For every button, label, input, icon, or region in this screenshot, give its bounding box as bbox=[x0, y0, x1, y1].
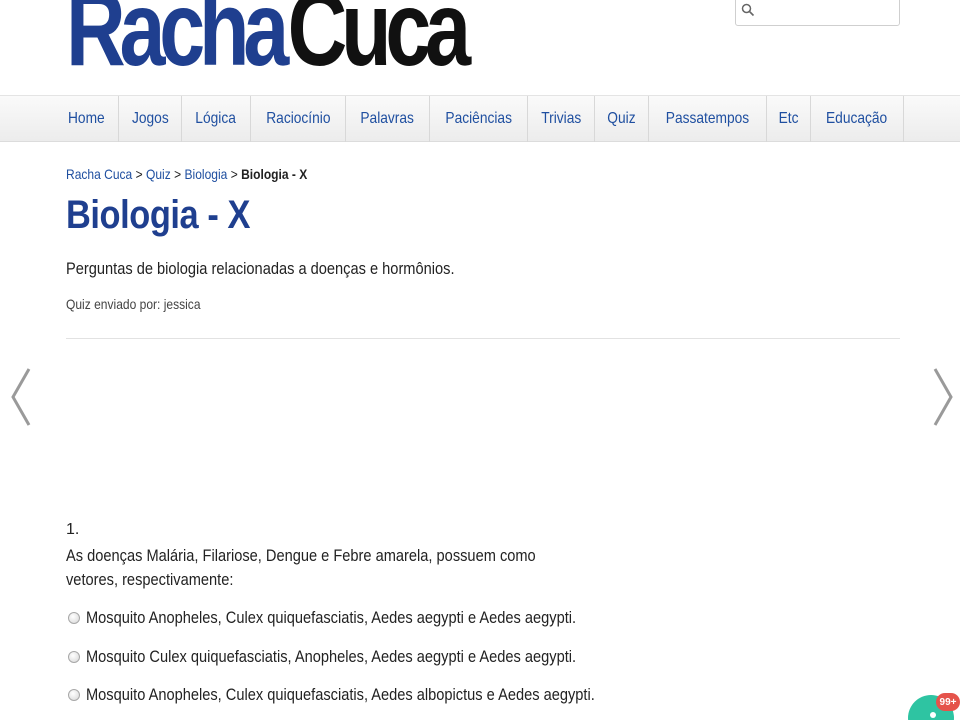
search-icon[interactable] bbox=[741, 0, 755, 20]
radio-button[interactable] bbox=[68, 612, 80, 624]
breadcrumb-separator: > bbox=[230, 166, 238, 182]
logo-text-cuca: Cuca bbox=[287, 0, 471, 88]
answer-option[interactable]: Mosquito Culex quiquefasciatis, Anophele… bbox=[68, 647, 656, 667]
logo-text-racha: Racha bbox=[66, 0, 289, 88]
breadcrumb-current: Biologia - X bbox=[241, 166, 308, 182]
breadcrumb: Racha Cuca > Quiz > Biologia > Biologia … bbox=[66, 166, 307, 182]
site-logo[interactable]: Racha Cuca bbox=[66, 0, 471, 88]
nav-item-etc[interactable]: Etc bbox=[767, 96, 812, 142]
chevron-right-icon[interactable] bbox=[930, 366, 956, 428]
search-input[interactable] bbox=[755, 0, 931, 23]
nav-item-home[interactable]: Home bbox=[55, 96, 119, 142]
chevron-left-icon[interactable] bbox=[8, 366, 34, 428]
quiz-description: Perguntas de biologia relacionadas a doe… bbox=[66, 259, 455, 278]
radio-button[interactable] bbox=[68, 689, 80, 701]
main-nav: Home Jogos Lógica Raciocínio Palavras Pa… bbox=[0, 95, 960, 142]
question-number: 1. bbox=[66, 521, 80, 538]
floating-chat-button[interactable]: 99+ bbox=[908, 693, 960, 720]
nav-item-trivias[interactable]: Trivias bbox=[528, 96, 596, 142]
answer-option[interactable]: Mosquito Anopheles, Culex quiquefasciati… bbox=[68, 608, 656, 628]
search-box[interactable] bbox=[735, 0, 931, 26]
answer-option[interactable]: Mosquito Anopheles, Culex quiquefasciati… bbox=[68, 685, 678, 705]
nav-item-palavras[interactable]: Palavras bbox=[346, 96, 430, 142]
nav-item-logica[interactable]: Lógica bbox=[182, 96, 251, 142]
nav-item-jogos[interactable]: Jogos bbox=[119, 96, 183, 142]
nav-item-educacao[interactable]: Educação bbox=[811, 96, 904, 142]
divider bbox=[66, 338, 900, 339]
site-header: Racha Cuca bbox=[0, 0, 960, 95]
breadcrumb-separator: > bbox=[135, 166, 143, 182]
breadcrumb-link-home[interactable]: Racha Cuca bbox=[66, 166, 132, 182]
page-title: Biologia - X bbox=[66, 193, 251, 237]
notification-badge: 99+ bbox=[936, 693, 960, 711]
answer-option-label: Mosquito Culex quiquefasciatis, Anophele… bbox=[86, 647, 577, 666]
question-text: As doenças Malária, Filariose, Dengue e … bbox=[66, 546, 536, 589]
quiz-author: Quiz enviado por: jessica bbox=[66, 296, 201, 312]
chat-dot-icon bbox=[930, 712, 936, 718]
nav-item-raciocinio[interactable]: Raciocínio bbox=[251, 96, 347, 142]
breadcrumb-link-quiz[interactable]: Quiz bbox=[146, 166, 171, 182]
answer-option-label: Mosquito Anopheles, Culex quiquefasciati… bbox=[86, 608, 577, 627]
nav-item-passatempos[interactable]: Passatempos bbox=[649, 96, 768, 142]
radio-button[interactable] bbox=[68, 651, 80, 663]
nav-item-quiz[interactable]: Quiz bbox=[595, 96, 650, 142]
breadcrumb-link-biologia[interactable]: Biologia bbox=[184, 166, 227, 182]
nav-item-paciencias[interactable]: Paciências bbox=[430, 96, 528, 142]
breadcrumb-separator: > bbox=[174, 166, 182, 182]
answer-option-label: Mosquito Anopheles, Culex quiquefasciati… bbox=[86, 685, 595, 704]
